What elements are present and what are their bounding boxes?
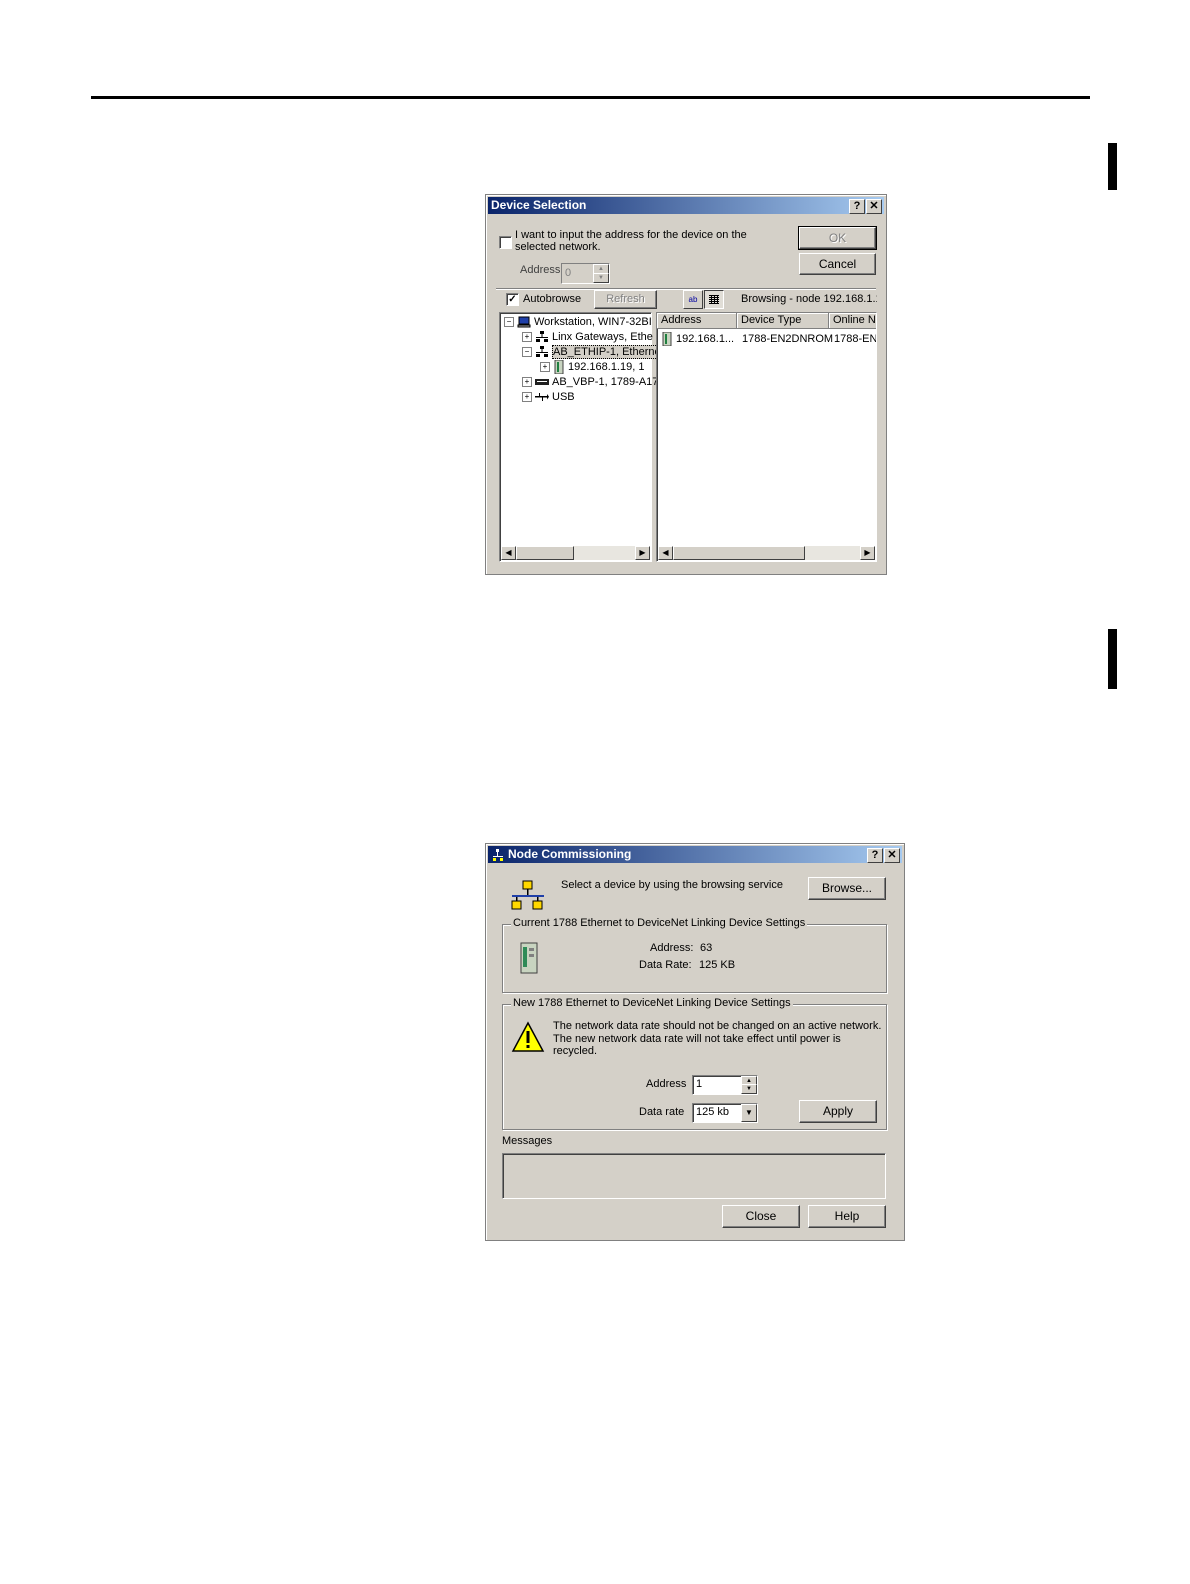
expand-icon[interactable]: + xyxy=(522,332,532,343)
messages-label: Messages xyxy=(502,1135,553,1147)
dialog-title: Device Selection xyxy=(491,198,587,212)
browsing-status: Browsing - node 192.168.1.19 xyxy=(741,293,877,305)
tree-node-ab-ethip[interactable]: − AB_ETHIP-1, Etherne xyxy=(522,345,662,359)
scroll-thumb[interactable] xyxy=(516,546,574,560)
expand-icon[interactable]: + xyxy=(540,362,550,373)
messages-box[interactable] xyxy=(502,1153,886,1199)
network-icon xyxy=(536,346,548,358)
collapse-icon[interactable]: − xyxy=(504,317,514,328)
data-rate-label: Data rate xyxy=(639,1106,685,1118)
address-spinner[interactable]: 0 ▲ ▼ xyxy=(561,263,610,284)
manual-address-checkbox[interactable] xyxy=(499,236,512,249)
autobrowse-label: Autobrowse xyxy=(523,293,582,305)
device-tree-pane[interactable]: − Workstation, WIN7-32BI + Linx Gateways, … xyxy=(499,312,662,562)
data-rate-select[interactable]: 125 kb ▼ xyxy=(692,1103,758,1123)
new-address-label: Address xyxy=(646,1078,687,1090)
current-rate-value: 125 KB xyxy=(699,959,736,971)
current-address-label: Address: xyxy=(650,942,694,954)
warning-icon xyxy=(511,1021,545,1052)
scroll-thumb[interactable] xyxy=(673,546,805,560)
change-bar-top xyxy=(1108,143,1117,190)
row-address: 192.168.1... xyxy=(676,333,735,345)
device-module-icon xyxy=(554,360,564,375)
tree-horizontal-scrollbar[interactable]: ◀ ▶ xyxy=(501,546,650,560)
help-title-button[interactable]: ? xyxy=(867,848,883,863)
address-label: Address: xyxy=(520,264,564,276)
tree-label: AB_ETHIP-1, Etherne xyxy=(552,345,662,359)
tree-node-ab-vbp[interactable]: + AB_VBP-1, 1789-A17 xyxy=(522,375,658,389)
scroll-right-icon[interactable]: ▶ xyxy=(635,546,650,560)
spinner-down-icon[interactable]: ▼ xyxy=(593,273,609,283)
apply-button[interactable]: Apply xyxy=(799,1100,877,1123)
close-button[interactable]: Close xyxy=(722,1205,800,1228)
row-device-type: 1788-EN2DNROM xyxy=(742,333,834,345)
app-icon xyxy=(493,848,503,861)
autobrowse-checkbox[interactable]: ✓ xyxy=(506,293,519,306)
column-header-device-type[interactable]: Device Type xyxy=(737,313,829,329)
help-title-button[interactable]: ? xyxy=(849,199,865,214)
tree-label: USB xyxy=(552,391,575,403)
new-settings-group: New 1788 Ethernet to DeviceNet Linking D… xyxy=(502,997,887,1130)
current-settings-group: Current 1788 Ethernet to DeviceNet Linki… xyxy=(502,917,887,993)
computer-icon xyxy=(517,316,531,328)
address-value: 0 xyxy=(565,267,572,279)
help-button[interactable]: Help xyxy=(808,1205,886,1228)
linking-device-icon xyxy=(520,942,538,974)
tree-node-usb[interactable]: + USB xyxy=(522,390,575,404)
expand-icon[interactable]: + xyxy=(522,392,532,403)
tree-label: Linx Gateways, Ethe xyxy=(552,331,653,343)
change-bar-middle xyxy=(1108,629,1117,689)
scroll-left-icon[interactable]: ◀ xyxy=(658,546,673,560)
scroll-right-icon[interactable]: ▶ xyxy=(860,546,875,560)
close-title-button[interactable]: ✕ xyxy=(884,848,900,863)
table-row[interactable]: 192.168.1... 1788-EN2DNROM 1788-EN xyxy=(659,332,877,347)
refresh-button[interactable]: Refresh xyxy=(594,290,657,309)
tree-label: AB_VBP-1, 1789-A17 xyxy=(552,376,659,388)
expand-icon[interactable]: + xyxy=(522,377,532,388)
collapse-icon[interactable]: − xyxy=(522,347,532,358)
close-title-button[interactable]: ✕ xyxy=(866,199,882,214)
node-commissioning-dialog: Node Commissioning ? ✕ Select a device b… xyxy=(485,843,905,1241)
device-list-pane[interactable]: Address Device Type Online N 192.168.1..… xyxy=(656,312,877,562)
warning-text: The network data rate should not be chan… xyxy=(553,1020,882,1057)
details-view-button[interactable] xyxy=(704,290,724,309)
usb-icon xyxy=(535,393,549,402)
new-settings-title: New 1788 Ethernet to DeviceNet Linking D… xyxy=(511,997,793,1009)
spinner-down-icon[interactable]: ▼ xyxy=(741,1084,757,1094)
network-icon xyxy=(536,331,548,343)
tree-label: Workstation, WIN7-32BI xyxy=(534,316,652,328)
cancel-button[interactable]: Cancel xyxy=(799,253,876,275)
backplane-icon xyxy=(535,379,549,386)
list-horizontal-scrollbar[interactable]: ◀ ▶ xyxy=(658,546,875,560)
manual-address-label: I want to input the address for the devi… xyxy=(515,229,747,253)
scroll-left-icon[interactable]: ◀ xyxy=(501,546,516,560)
large-icons-view-button[interactable]: ab xyxy=(683,290,703,309)
tree-node-linx-gateways[interactable]: + Linx Gateways, Ethe xyxy=(522,330,653,344)
current-settings-title: Current 1788 Ethernet to DeviceNet Linki… xyxy=(511,917,808,929)
column-header-address[interactable]: Address xyxy=(657,313,737,329)
ok-button[interactable]: OK xyxy=(798,226,877,250)
current-rate-label: Data Rate: xyxy=(639,959,692,971)
dialog-title-bar: Node Commissioning ? ✕ xyxy=(488,846,902,863)
device-module-icon xyxy=(662,332,672,346)
dialog-title: Node Commissioning xyxy=(508,847,632,861)
tree-node-workstation[interactable]: − Workstation, WIN7-32BI xyxy=(504,315,652,329)
row-online-name: 1788-EN xyxy=(834,333,877,345)
dialog-title-bar: Device Selection ? ✕ xyxy=(488,197,884,214)
data-rate-value: 125 kb xyxy=(696,1106,730,1118)
browse-prompt: Select a device by using the browsing se… xyxy=(561,879,783,891)
grid-icon xyxy=(709,295,719,304)
current-address-value: 63 xyxy=(700,942,713,954)
device-selection-dialog: Device Selection ? ✕ I want to input the… xyxy=(485,194,887,575)
network-topology-icon xyxy=(511,880,544,910)
new-address-spinner[interactable]: 1 ▲ ▼ xyxy=(692,1075,758,1095)
tree-node-linking-device[interactable]: +192.168.1.19, 1 xyxy=(540,360,645,375)
chevron-down-icon[interactable]: ▼ xyxy=(741,1104,757,1122)
page-header-rule xyxy=(91,96,1090,99)
new-address-value: 1 xyxy=(696,1078,703,1090)
tree-label: 192.168.1.19, 1 xyxy=(568,361,645,373)
browse-button[interactable]: Browse... xyxy=(808,877,886,900)
column-header-online-name[interactable]: Online N xyxy=(829,313,876,329)
